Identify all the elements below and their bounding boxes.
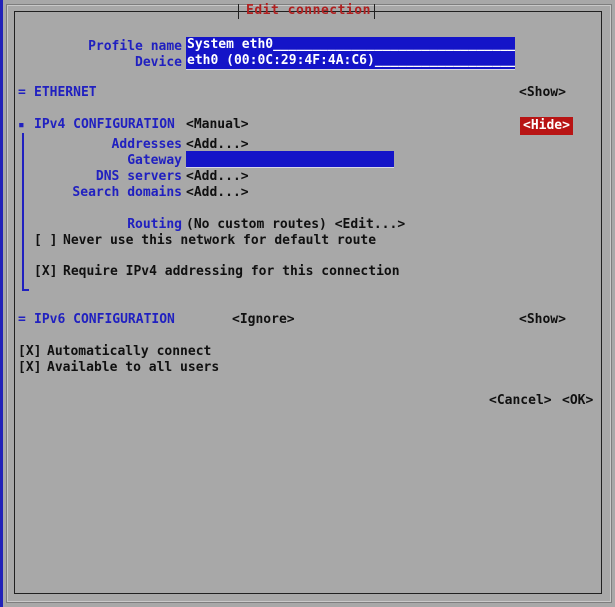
require-ipv4-checkbox[interactable]: [X] xyxy=(34,264,57,280)
ipv6-section-title: IPv6 CONFIGURATION xyxy=(34,312,175,327)
never-default-route-checkbox[interactable]: [ ] xyxy=(34,233,57,249)
dns-servers-add-button[interactable]: <Add...> xyxy=(186,169,249,185)
gateway-label: Gateway xyxy=(127,153,182,168)
gateway-input[interactable] xyxy=(186,151,394,168)
cancel-button[interactable]: <Cancel> xyxy=(489,393,552,409)
ipv4-expand-marker[interactable]: ▪ xyxy=(18,117,25,133)
dialog-title: Edit connection xyxy=(246,3,371,18)
ethernet-show-button[interactable]: <Show> xyxy=(519,85,566,101)
never-default-route-label: Never use this network for default route xyxy=(63,233,377,248)
search-domains-label: Search domains xyxy=(72,185,182,200)
routing-label: Routing xyxy=(127,217,182,232)
search-domains-add-button[interactable]: <Add...> xyxy=(186,185,249,201)
terminal-left-edge xyxy=(0,0,3,607)
ethernet-section-title: ETHERNET xyxy=(34,85,97,100)
title-cap-left xyxy=(238,4,239,19)
profile-name-input[interactable]: System eth0_____________________________… xyxy=(186,37,515,54)
automatically-connect-checkbox[interactable]: [X] xyxy=(18,344,41,360)
require-ipv4-label: Require IPv4 addressing for this connect… xyxy=(63,264,400,279)
automatically-connect-label: Automatically connect xyxy=(47,344,212,359)
ipv6-collapse-marker[interactable]: = xyxy=(18,312,26,328)
available-all-users-checkbox[interactable]: [X] xyxy=(18,360,41,376)
profile-name-label: Profile name xyxy=(88,39,182,54)
top-border-left xyxy=(14,11,236,12)
ipv4-section-title: IPv4 CONFIGURATION xyxy=(34,117,175,132)
dns-servers-label: DNS servers xyxy=(95,169,182,184)
title-cap-right xyxy=(374,4,375,19)
terminal-screen: Edit connection Profile name System eth0… xyxy=(0,0,615,607)
available-all-users-label: Available to all users xyxy=(47,360,220,375)
ethernet-collapse-marker[interactable]: = xyxy=(18,85,26,101)
ipv4-hide-button[interactable]: <Hide> xyxy=(520,117,573,135)
ok-button[interactable]: <OK> xyxy=(562,393,593,409)
ipv4-group-rule-foot xyxy=(22,289,29,291)
device-label: Device xyxy=(135,55,182,70)
addresses-label: Addresses xyxy=(111,137,182,152)
ipv6-method-selector[interactable]: <Ignore> xyxy=(232,312,295,328)
dialog-outline xyxy=(14,11,602,594)
ipv4-method-selector[interactable]: <Manual> xyxy=(186,117,249,133)
routing-edit-button[interactable]: (No custom routes) <Edit...> xyxy=(186,217,405,233)
ipv6-show-button[interactable]: <Show> xyxy=(519,312,566,328)
top-border-right xyxy=(377,11,602,12)
device-input[interactable]: eth0 (00:0C:29:4F:4A:C6)________________… xyxy=(186,53,515,70)
